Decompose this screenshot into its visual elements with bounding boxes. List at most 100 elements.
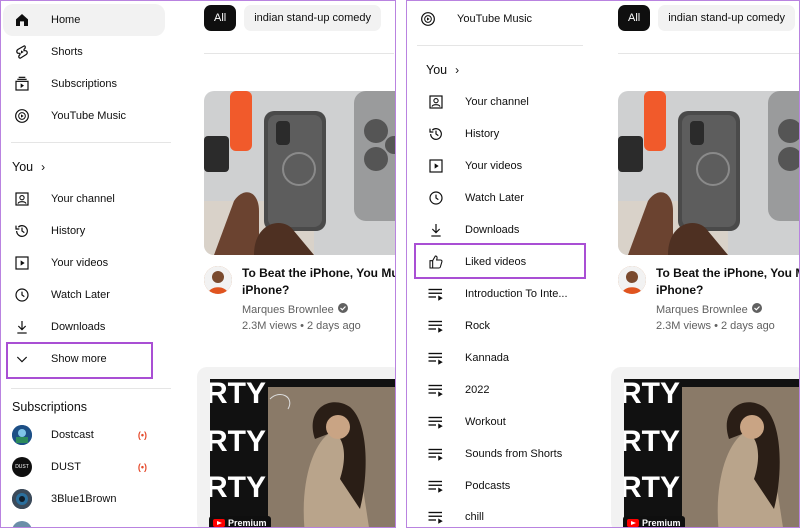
divider xyxy=(11,142,171,143)
sidebar-item-shorts[interactable]: Shorts xyxy=(3,36,165,68)
playlist-item[interactable]: chill xyxy=(417,501,579,527)
sidebar-item-watch-later[interactable]: Watch Later xyxy=(417,182,579,214)
phones-thumbnail-image xyxy=(618,91,799,255)
chip-all[interactable]: All xyxy=(204,5,237,31)
video-metadata: 2.3M views • 2 days ago xyxy=(242,320,361,332)
sidebar-item-watch-later[interactable]: Watch Later xyxy=(3,279,165,311)
your-channel-icon xyxy=(427,93,445,111)
video-title-line-1: To Beat the iPhone, You Mu xyxy=(242,266,396,280)
sidebar-item-label: Kannada xyxy=(465,352,510,364)
sidebar-item-label: Subscriptions xyxy=(51,78,118,90)
sidebar-item-label: Home xyxy=(51,14,81,26)
playlist-icon xyxy=(427,317,445,335)
sidebar: YouTube Music You › Your channel History… xyxy=(407,1,591,527)
filter-chips: All indian stand-up comedy xyxy=(204,5,382,31)
premium-badge-label: Premium xyxy=(642,518,681,528)
youtube-music-icon xyxy=(419,10,437,28)
channel-avatar xyxy=(12,521,32,527)
subscription-item-dostcast[interactable]: Dostcast (•) xyxy=(3,419,165,451)
sidebar-item-downloads[interactable]: Downloads xyxy=(3,311,165,343)
channel-name[interactable]: Marques Brownlee xyxy=(656,302,762,318)
chip-indian-stand-up-comedy[interactable]: indian stand-up comedy xyxy=(658,5,796,31)
chevron-right-icon: › xyxy=(455,63,460,77)
sidebar-item-label: Your videos xyxy=(465,160,523,172)
channel-avatar xyxy=(12,425,32,445)
sidebar-item-your-channel[interactable]: Your channel xyxy=(417,86,579,118)
playlist-icon xyxy=(427,413,445,431)
sidebar-item-label: Your channel xyxy=(465,96,529,108)
sidebar-item-label: YouTube Music xyxy=(457,13,533,25)
sidebar-item-label: Your channel xyxy=(51,193,115,205)
sidebar-item-label: 3Blue1Brown xyxy=(51,493,117,505)
subscription-item-3blue1brown[interactable]: 3Blue1Brown xyxy=(3,483,165,515)
playlist-item[interactable]: Sounds from Shorts xyxy=(417,438,579,470)
channel-avatar-marques[interactable] xyxy=(618,266,646,294)
filter-chips: All indian stand-up comedy xyxy=(618,5,796,31)
sidebar-item-label: Workout xyxy=(465,416,506,428)
your-videos-icon xyxy=(13,254,31,272)
svg-text:RTY: RTY xyxy=(210,471,266,504)
sidebar-item-label: Sounds from Shorts xyxy=(465,448,563,460)
playlist-item[interactable]: 2022 xyxy=(417,374,579,406)
you-section-header[interactable]: You › xyxy=(12,160,45,174)
playlist-item[interactable]: Workout xyxy=(417,406,579,438)
playlist-item[interactable]: Introduction To Inte... xyxy=(417,278,579,310)
sidebar-item-home[interactable]: Home xyxy=(3,4,165,36)
watch-later-icon xyxy=(13,286,31,304)
you-section-header[interactable]: You › xyxy=(426,63,459,77)
overlay-text: RTY xyxy=(210,379,266,410)
video-thumbnail[interactable] xyxy=(204,91,395,255)
sidebar-item-your-videos[interactable]: Your videos xyxy=(417,150,579,182)
left-screenshot-panel: Home Shorts Subscriptions YouTube Music … xyxy=(0,0,396,528)
right-screenshot-panel: YouTube Music You › Your channel History… xyxy=(406,0,800,528)
subscriptions-icon xyxy=(13,75,31,93)
divider xyxy=(11,388,171,389)
sidebar-item-label: 2022 xyxy=(465,384,490,396)
chip-all[interactable]: All xyxy=(618,5,651,31)
sidebar-item-subscriptions[interactable]: Subscriptions xyxy=(3,68,165,100)
video-metadata: 2.3M views • 2 days ago xyxy=(656,320,775,332)
video-thumbnail[interactable] xyxy=(618,91,799,255)
svg-text:RTY: RTY xyxy=(624,425,680,458)
sidebar-item-your-channel[interactable]: Your channel xyxy=(3,183,165,215)
playlist-item[interactable]: Rock xyxy=(417,310,579,342)
sidebar-item-youtube-music[interactable]: YouTube Music xyxy=(409,3,571,35)
second-video-card[interactable]: RTY RTY RTY Premium xyxy=(611,367,799,528)
channel-name-text: Marques Brownlee xyxy=(656,304,748,316)
subscription-item-partial[interactable] xyxy=(3,515,165,527)
sidebar-item-downloads[interactable]: Downloads xyxy=(417,214,579,246)
sidebar-item-label: YouTube Music xyxy=(51,110,127,122)
live-icon: (•) xyxy=(137,430,147,440)
second-video-card[interactable]: RTY RTY RTY Premium xyxy=(197,367,395,527)
live-icon: (•) xyxy=(137,462,147,472)
verified-icon xyxy=(751,302,762,318)
downloads-icon xyxy=(427,221,445,239)
album-art-image: RTY RTY RTY xyxy=(210,379,395,527)
sidebar-item-label: Downloads xyxy=(465,224,520,236)
playlist-icon xyxy=(427,445,445,463)
playlist-icon xyxy=(427,285,445,303)
video-title[interactable]: To Beat the iPhone, You M iPhone? xyxy=(656,265,799,299)
home-icon xyxy=(13,11,31,29)
sidebar-item-label: chill xyxy=(465,511,484,523)
chip-indian-stand-up-comedy[interactable]: indian stand-up comedy xyxy=(244,5,382,31)
channel-name[interactable]: Marques Brownlee xyxy=(242,302,348,318)
sidebar-item-youtube-music[interactable]: YouTube Music xyxy=(3,100,165,132)
video-title[interactable]: To Beat the iPhone, You Mu iPhone? xyxy=(242,265,396,299)
highlight-box-show-more xyxy=(6,342,153,379)
sidebar-item-label: Watch Later xyxy=(465,192,524,204)
sidebar-item-history[interactable]: History xyxy=(417,118,579,150)
sidebar-item-history[interactable]: History xyxy=(3,215,165,247)
channel-name-text: Marques Brownlee xyxy=(242,304,334,316)
chevron-right-icon: › xyxy=(41,160,46,174)
sidebar-item-label: History xyxy=(465,128,500,140)
subscription-item-dust[interactable]: DUST DUST (•) xyxy=(3,451,165,483)
sidebar: Home Shorts Subscriptions YouTube Music … xyxy=(1,1,173,527)
playlist-item[interactable]: Podcasts xyxy=(417,470,579,502)
playlist-item[interactable]: Kannada xyxy=(417,342,579,374)
sidebar-item-label: Introduction To Inte... xyxy=(465,288,568,300)
sidebar-item-your-videos[interactable]: Your videos xyxy=(3,247,165,279)
sidebar-item-label: Your videos xyxy=(51,257,109,269)
channel-avatar-marques[interactable] xyxy=(204,266,232,294)
history-icon xyxy=(13,222,31,240)
